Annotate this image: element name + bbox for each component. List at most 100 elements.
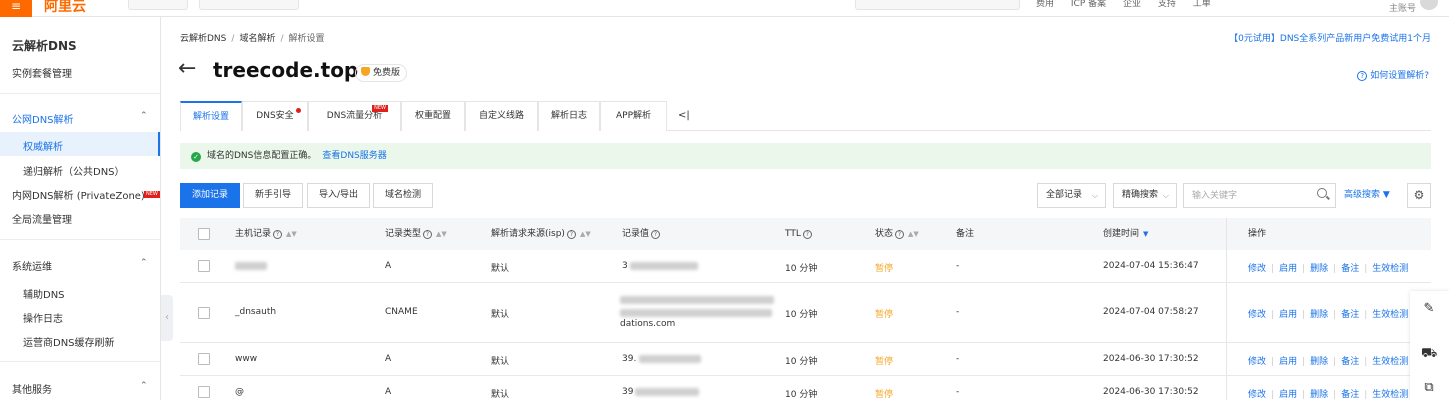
row-checkbox[interactable]: [198, 260, 210, 272]
shield-icon: [361, 67, 370, 76]
cell-value: dations.com: [620, 295, 774, 329]
tab-weight-config[interactable]: 权重配置: [401, 101, 465, 131]
delete-link[interactable]: 删除: [1310, 390, 1328, 400]
edit-link[interactable]: 修改: [1248, 264, 1266, 274]
aliyun-logo[interactable]: 阿里云: [44, 0, 86, 16]
remark-link[interactable]: 备注: [1341, 310, 1359, 320]
chevron-up-icon[interactable]: ⌃: [140, 111, 148, 121]
resource-selector[interactable]: [199, 0, 299, 10]
edit-link[interactable]: 修改: [1248, 357, 1266, 367]
delete-link[interactable]: 删除: [1310, 357, 1328, 367]
row-checkbox[interactable]: [198, 386, 210, 398]
chevron-up-icon[interactable]: ⌃: [140, 381, 148, 391]
tab-custom-lines[interactable]: 自定义线路: [465, 101, 538, 131]
select-all-checkbox[interactable]: [198, 228, 210, 240]
sidebar-item-isp-flush[interactable]: 运营商DNS缓存刷新: [23, 334, 115, 349]
chevron-up-icon[interactable]: ⌃: [140, 258, 148, 268]
top-link-ticket[interactable]: 工单: [1193, 0, 1211, 9]
help-icon: ?: [566, 230, 576, 239]
feedback-icon[interactable]: ⧉: [1421, 380, 1437, 396]
sidebar-item-authoritative[interactable]: 权威解析: [23, 138, 63, 153]
new-badge: NEW: [372, 105, 388, 112]
enable-link[interactable]: 启用: [1279, 357, 1297, 367]
sidebar-item-recursive[interactable]: 递归解析（公共DNS）: [23, 163, 125, 178]
sidebar-collapse-handle[interactable]: ‹: [161, 295, 173, 341]
cart-icon[interactable]: ⛟: [1421, 346, 1437, 362]
search-input[interactable]: [1184, 184, 1304, 207]
cell-created: 2024-07-04 15:36:47: [1103, 261, 1199, 271]
floating-toolbar: ✎ ⛟ ⧉: [1410, 291, 1449, 400]
top-link-fees[interactable]: 费用: [1036, 0, 1054, 9]
edit-link[interactable]: 修改: [1248, 310, 1266, 320]
promo-link[interactable]: 【0元试用】DNS全系列产品新用户免费试用1个月: [1229, 31, 1431, 44]
edit-icon[interactable]: ✎: [1421, 301, 1437, 317]
cell-type: A: [385, 261, 392, 271]
enable-link[interactable]: 启用: [1279, 264, 1297, 274]
cell-isp: 默认: [491, 357, 510, 367]
sidebar-item-privatezone[interactable]: 内网DNS解析 (PrivateZone): [12, 187, 145, 202]
notification-dot: [296, 108, 301, 113]
sidebar-group-public-dns[interactable]: 公网DNS解析: [12, 111, 74, 126]
enable-link[interactable]: 启用: [1279, 310, 1297, 320]
column-isp[interactable]: 解析请求来源(isp)? ▲▼: [491, 218, 591, 250]
check-effect-link[interactable]: 生效检测: [1372, 310, 1408, 320]
delete-link[interactable]: 删除: [1310, 264, 1328, 274]
check-effect-link[interactable]: 生效检测: [1372, 264, 1408, 274]
top-link-support[interactable]: 支持: [1158, 0, 1176, 9]
tab-dns-settings[interactable]: 解析设置: [180, 101, 242, 131]
breadcrumb-root[interactable]: 云解析DNS: [180, 34, 226, 44]
remark-link[interactable]: 备注: [1341, 357, 1359, 367]
search-icon[interactable]: [1317, 188, 1327, 198]
tab-resolve-log[interactable]: 解析日志: [538, 101, 600, 131]
check-effect-link[interactable]: 生效检测: [1372, 357, 1408, 367]
column-host[interactable]: 主机记录? ▲▼: [235, 218, 297, 250]
back-arrow-icon[interactable]: ←: [178, 58, 196, 80]
cell-host: [235, 261, 267, 271]
search-mode-select[interactable]: 精确搜索 ⌵: [1113, 183, 1177, 208]
enable-link[interactable]: 启用: [1279, 390, 1297, 400]
column-status[interactable]: 状态? ▲▼: [875, 218, 919, 250]
sidebar-item-aux-dns[interactable]: 辅助DNS: [23, 286, 65, 301]
domain-check-button[interactable]: 域名检测: [373, 183, 433, 208]
row-checkbox[interactable]: [198, 307, 210, 319]
top-link-enterprise[interactable]: 企业: [1123, 0, 1141, 9]
status-alert: ✓ 域名的DNS信息配置正确。 查看DNS服务器: [180, 143, 1431, 169]
top-link-icp[interactable]: ICP 备案: [1071, 0, 1106, 9]
tabs-more-icon[interactable]: <|: [678, 101, 690, 131]
menu-icon[interactable]: ≡: [0, 0, 32, 17]
sort-icon: ▲▼: [579, 230, 591, 238]
tab-app-resolve[interactable]: APP解析: [600, 101, 667, 131]
edit-link[interactable]: 修改: [1248, 390, 1266, 400]
remark-link[interactable]: 备注: [1341, 390, 1359, 400]
sidebar-group-other[interactable]: 其他服务: [12, 381, 52, 396]
import-export-button[interactable]: 导入/导出: [307, 183, 370, 208]
avatar[interactable]: [1420, 0, 1438, 10]
sidebar-item-oplog[interactable]: 操作日志: [23, 310, 63, 325]
view-dns-servers-link[interactable]: 查看DNS服务器: [322, 151, 386, 161]
advanced-search-link[interactable]: 高级搜索 ▼: [1344, 183, 1390, 208]
remark-link[interactable]: 备注: [1341, 264, 1359, 274]
column-type[interactable]: 记录类型? ▲▼: [385, 218, 447, 250]
cell-host: www: [235, 354, 258, 364]
sidebar-item-global-traffic[interactable]: 全局流量管理: [12, 211, 72, 226]
guide-button[interactable]: 新手引导: [243, 183, 303, 208]
check-effect-link[interactable]: 生效检测: [1372, 390, 1408, 400]
tab-traffic-analysis[interactable]: DNS流量分析 NEW: [308, 101, 401, 131]
table-row: @ A 默认 39 10 分钟 暂停 - 2024-06-30 17:30:52…: [180, 376, 1431, 400]
global-search-input[interactable]: [855, 0, 1020, 10]
breadcrumb-mid[interactable]: 域名解析: [239, 34, 275, 44]
cell-created: 2024-06-30 17:30:52: [1103, 387, 1199, 397]
sidebar-item-instance[interactable]: 实例套餐管理: [12, 65, 72, 80]
delete-link[interactable]: 删除: [1310, 310, 1328, 320]
search-field[interactable]: [1183, 183, 1336, 208]
column-created[interactable]: 创建时间 ▼: [1103, 218, 1148, 250]
sidebar-group-ops[interactable]: 系统运维: [12, 258, 52, 273]
workbench-button[interactable]: [128, 0, 188, 10]
row-checkbox[interactable]: [198, 353, 210, 365]
gear-icon[interactable]: ⚙: [1407, 183, 1431, 208]
tab-dns-security[interactable]: DNS安全: [242, 101, 308, 131]
help-link[interactable]: ? 如何设置解析?: [1357, 68, 1429, 81]
page-title: treecode.top: [213, 58, 359, 82]
record-filter-select[interactable]: 全部记录 ⌵: [1037, 183, 1106, 208]
add-record-button[interactable]: 添加记录: [180, 183, 240, 208]
